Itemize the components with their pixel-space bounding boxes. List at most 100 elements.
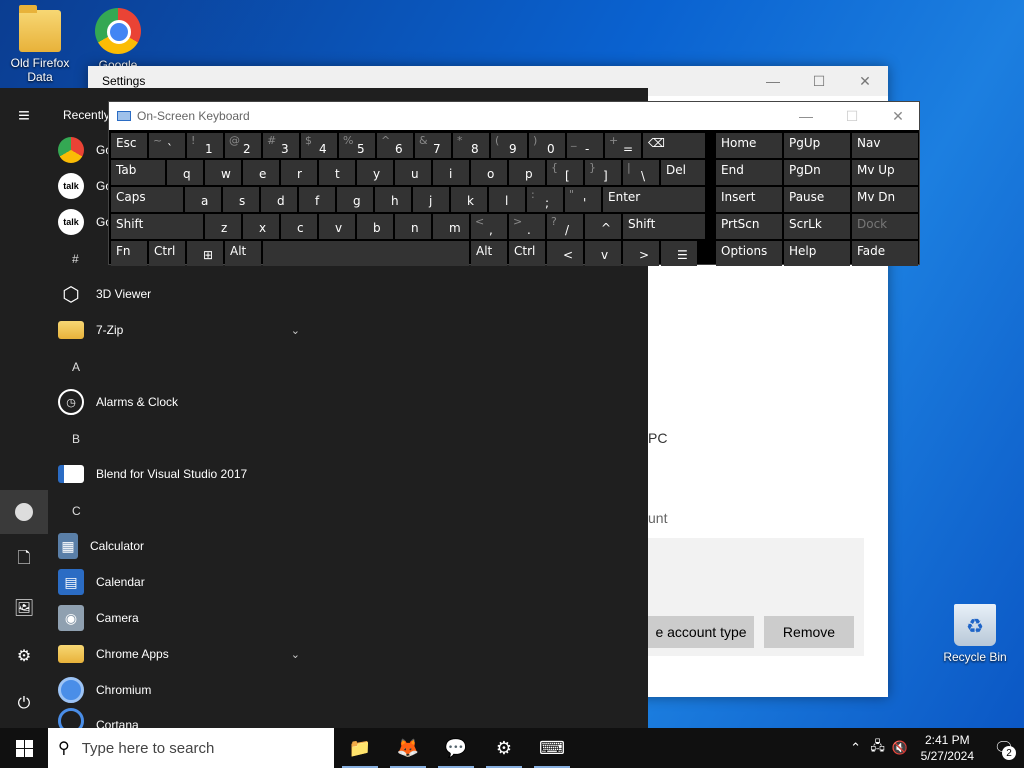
section-letter[interactable]: A [72,360,80,374]
osk-key[interactable]: | \ [623,160,659,185]
power-button[interactable]: ⏻ [0,682,48,726]
taskbar-firefox[interactable]: 🦊 [384,728,432,768]
osk-key[interactable]: <, [471,214,507,239]
osk-key[interactable]: v [585,241,621,266]
osk-key[interactable]: ^ [585,214,621,239]
close-button[interactable]: ✕ [842,66,888,96]
section-letter[interactable]: # [72,252,79,266]
desktop-icon-old-firefox-data[interactable]: Old Firefox Data [2,5,78,84]
osk-key[interactable]: a [185,187,221,212]
osk-key[interactable]: #3 [263,133,299,158]
osk-key[interactable]: * 8 [453,133,489,158]
osk-key[interactable]: Alt [471,241,507,266]
osk-key[interactable]: c [281,214,317,239]
desktop-icon-google-chrome[interactable]: Google Chrome [80,8,156,72]
start-button[interactable] [0,728,48,768]
osk-key[interactable]: o [471,160,507,185]
volume-muted-icon[interactable]: 🔇 [889,740,911,756]
osk-key[interactable]: Del [661,160,705,185]
close-button[interactable]: ✕ [875,102,921,130]
osk-key[interactable]: f [299,187,335,212]
osk-key[interactable]: PgDn [784,160,850,185]
osk-key[interactable]: j [413,187,449,212]
chevron-down-icon[interactable]: ⌄ [291,324,300,337]
osk-key[interactable]: (9 [491,133,527,158]
list-item[interactable]: ▦ Calculator [58,528,308,564]
section-letter[interactable]: B [72,432,80,446]
osk-title-bar[interactable]: On-Screen Keyboard — ☐ ✕ [109,102,919,130]
maximize-button[interactable]: ☐ [829,102,875,130]
osk-key[interactable]: v [319,214,355,239]
osk-key[interactable]: q [167,160,203,185]
osk-key[interactable]: Esc [111,133,147,158]
osk-key[interactable]: Nav [852,133,918,158]
osk-key[interactable]: Shift [111,214,203,239]
osk-key[interactable]: d [261,187,297,212]
osk-key[interactable]: }] [585,160,621,185]
notification-center-button[interactable]: 🗨 2 [984,728,1024,768]
osk-key[interactable]: :; [527,187,563,212]
osk-key[interactable]: s [223,187,259,212]
osk-key[interactable]: h [375,187,411,212]
osk-key[interactable]: p [509,160,545,185]
osk-key[interactable]: n [395,214,431,239]
osk-key[interactable]: % 5 [339,133,375,158]
osk-key[interactable]: PgUp [784,133,850,158]
list-item[interactable]: Chromium [58,672,308,708]
osk-key[interactable]: {[ [547,160,583,185]
osk-key[interactable]: e [243,160,279,185]
taskbar-osk[interactable]: ⌨ [528,728,576,768]
osk-key[interactable]: b [357,214,393,239]
osk-key[interactable]: PrtScn [716,214,782,239]
osk-key[interactable]: m [433,214,469,239]
osk-key[interactable]: Enter [603,187,705,212]
chevron-up-icon[interactable]: ⌃ [845,740,867,756]
list-item[interactable]: Chrome Apps ⌄ [58,636,308,672]
user-account-button[interactable] [0,490,48,534]
remove-button[interactable]: Remove [764,616,854,648]
osk-key[interactable]: ~ ` [149,133,185,158]
osk-key[interactable]: Ctrl [509,241,545,266]
osk-key[interactable]: t [319,160,355,185]
osk-key[interactable]: Alt [225,241,261,266]
osk-key[interactable]: Help [784,241,850,266]
osk-key[interactable]: Fade [852,241,918,266]
osk-key[interactable]: Insert [716,187,782,212]
documents-button[interactable]: 🗋 [0,538,48,582]
list-item[interactable]: Blend for Visual Studio 2017 [58,456,308,492]
minimize-button[interactable]: — [750,66,796,96]
osk-key[interactable]: ! 1 [187,133,223,158]
minimize-button[interactable]: — [783,102,829,130]
osk-key[interactable]: Fn [111,241,147,266]
osk-key[interactable]: Shift [623,214,705,239]
clock[interactable]: 2:41 PM 5/27/2024 [911,732,984,764]
osk-key[interactable]: r [281,160,317,185]
osk-key[interactable]: Caps [111,187,183,212]
list-item[interactable]: Cortana [58,708,308,728]
pictures-button[interactable]: 🖼 [0,586,48,630]
osk-key[interactable]: ^ 6 [377,133,413,158]
osk-key[interactable]: > [623,241,659,266]
osk-key[interactable]: k [451,187,487,212]
desktop-icon-recycle-bin[interactable]: Recycle Bin [937,604,1013,664]
osk-key[interactable]: u [395,160,431,185]
list-item[interactable]: 7-Zip ⌄ [58,312,308,348]
search-box[interactable]: ⚲ [48,728,334,768]
osk-key[interactable]: l [489,187,525,212]
osk-key[interactable]: < [547,241,583,266]
osk-key[interactable]: ⌫ [643,133,705,158]
taskbar-talk[interactable]: 💬 [432,728,480,768]
section-letter[interactable]: C [72,504,81,518]
taskbar-settings[interactable]: ⚙ [480,728,528,768]
list-item[interactable]: ◷ Alarms & Clock [58,384,308,420]
osk-key[interactable]: z [205,214,241,239]
osk-key[interactable]: Mv Up [852,160,918,185]
osk-key[interactable]: y [357,160,393,185]
osk-key[interactable]: Mv Dn [852,187,918,212]
taskbar-file-explorer[interactable]: 📁 [336,728,384,768]
osk-key[interactable]: ) 0 [529,133,565,158]
osk-key[interactable]: + = [605,133,641,158]
osk-key[interactable]: w [205,160,241,185]
osk-key[interactable]: End [716,160,782,185]
osk-key[interactable]: _ - [567,133,603,158]
